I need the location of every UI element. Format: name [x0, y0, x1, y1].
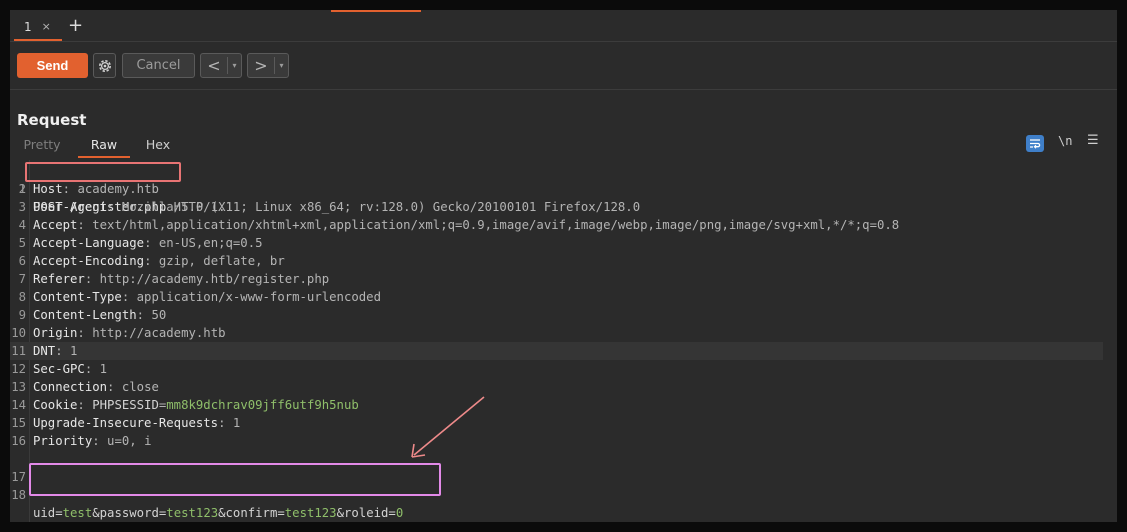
annotation-arrow-icon — [411, 396, 485, 458]
repeater-window: 1 × + Send Cancel < ▾ > ▾ Request Pretty… — [10, 10, 1117, 522]
